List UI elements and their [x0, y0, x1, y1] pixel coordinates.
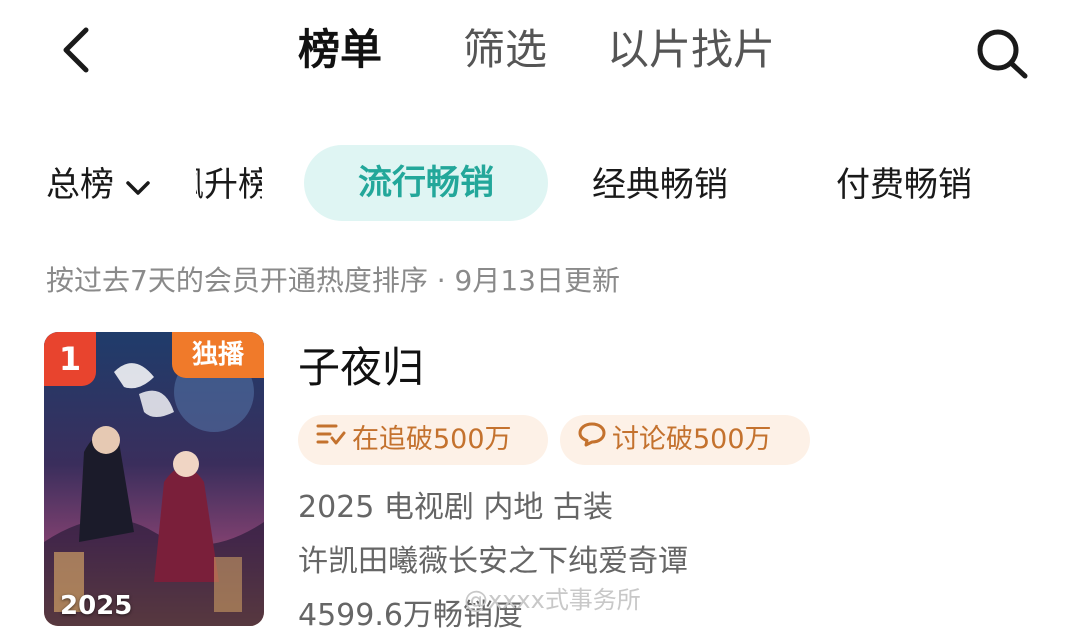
chevron-left-icon	[63, 27, 89, 73]
back-button[interactable]	[58, 22, 98, 78]
search-button[interactable]	[972, 24, 1032, 80]
category-partial-label: 飙升榜	[196, 165, 262, 205]
rank-badge: 1	[44, 332, 96, 386]
category-classic-sales[interactable]: 经典畅销	[592, 160, 728, 210]
ranking-note: 按过去7天的会员开通热度排序 · 9月13日更新	[46, 264, 620, 297]
chevron-down-icon	[124, 162, 152, 212]
drama-title[interactable]: 子夜归	[298, 340, 424, 396]
discussion-pill: 讨论破500万	[560, 415, 810, 465]
category-partial-tab[interactable]: 飙升榜	[196, 160, 262, 210]
category-paid-sales[interactable]: 付费畅销	[836, 160, 972, 210]
poster-year: 2025	[60, 591, 133, 621]
tab-ranking[interactable]: 榜单	[298, 22, 382, 78]
tab-filter[interactable]: 筛选	[463, 22, 547, 78]
tab-find-by-clip[interactable]: 以片找片	[607, 22, 775, 78]
drama-description: 许凯田曦薇长安之下纯爱奇谭	[298, 544, 688, 579]
category-overall-dropdown[interactable]: 总榜	[46, 160, 152, 212]
comment-icon	[578, 414, 606, 464]
poster-thumbnail[interactable]: 1 独播 2025	[44, 332, 264, 626]
exclusive-badge: 独播	[172, 332, 264, 378]
search-icon	[977, 29, 1028, 79]
discussion-label: 讨论破500万	[612, 424, 772, 455]
list-check-icon	[316, 414, 346, 464]
category-popular-sales[interactable]: 流行畅销	[304, 145, 548, 221]
following-label: 在追破500万	[352, 424, 512, 455]
following-pill: 在追破500万	[298, 415, 548, 465]
category-overall-label: 总榜	[46, 165, 114, 205]
watermark: @xxxx式事务所	[464, 586, 641, 614]
drama-meta: 2025 电视剧 内地 古装	[298, 490, 613, 525]
